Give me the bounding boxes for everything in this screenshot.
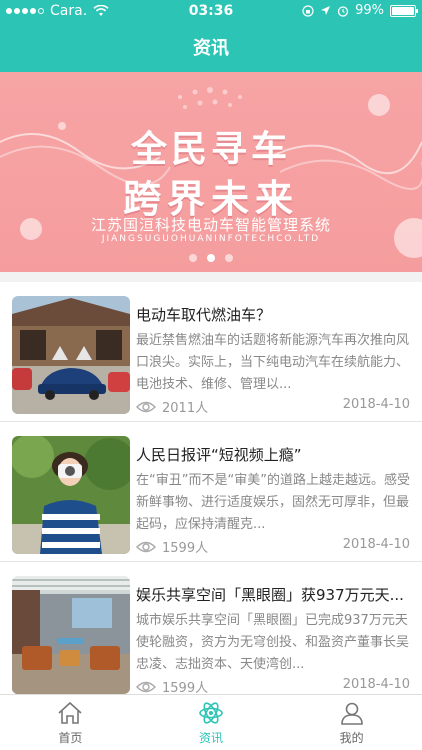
view-count: 1599人 (162, 541, 209, 556)
news-summary: 最近禁售燃油车的话题将新能源汽车再次推向风口浪尖。实际上，当下纯电动汽车在续航能… (136, 333, 410, 392)
news-item[interactable]: 娱乐共享空间「黑眼圈」获937万元天... 城市娱乐共享空间「黑眼圈」已完成93… (0, 562, 422, 702)
news-summary: 城市娱乐共享空间「黑眼圈」已完成937万元天使轮融资，资方为无穹创投、和盈资产董… (136, 613, 410, 672)
news-views: 1599人 (136, 537, 208, 556)
tab-label: 我的 (339, 731, 364, 745)
news-summary: 在“审丑”而不是“审美”的道路上越走越远。感受新鲜事物、进行适度娱乐，固然无可厚… (136, 473, 410, 532)
carousel-dot-active[interactable] (207, 254, 215, 262)
eye-icon (136, 541, 156, 552)
bubble-decoration (368, 94, 390, 116)
banner-carousel[interactable]: 全民寻车 跨界未来 江苏国洹科技电动车智能管理系统 JIANGSUGUOHUAN… (0, 72, 422, 272)
view-count: 2011人 (162, 401, 209, 416)
news-title: 娱乐共享空间「黑眼圈」获937万元天... (136, 586, 404, 604)
tab-bar: 首页 资讯 我的 (0, 694, 422, 750)
carousel-dot[interactable] (225, 254, 233, 262)
user-icon (340, 702, 363, 725)
battery-fill (392, 6, 414, 15)
tab-profile[interactable]: 我的 (281, 695, 422, 750)
news-thumbnail (12, 436, 130, 554)
news-title: 电动车取代燃油车？ (136, 306, 272, 324)
status-bar: Cara. 03:36 99% (0, 0, 422, 22)
news-date: 2018-4-10 (342, 537, 410, 552)
home-icon (58, 701, 82, 724)
status-right: 99% (302, 3, 418, 18)
banner-subtitle-en: JIANGSUGUOHUANINFOTECHCO.LTD (101, 234, 321, 244)
tab-label: 首页 (58, 731, 83, 745)
news-thumbnail (12, 296, 130, 414)
tab-news[interactable]: 资讯 (141, 695, 282, 750)
location-icon (321, 6, 331, 15)
news-item[interactable]: 电动车取代燃油车？ 最近禁售燃油车的话题将新能源汽车再次推向风口浪尖。实际上，当… (0, 282, 422, 422)
banner-title-line1: 全民寻车 (130, 129, 291, 170)
alarm-icon (337, 5, 349, 17)
navigation-bar: 资讯 (0, 22, 422, 72)
news-views: 2011人 (136, 397, 208, 416)
carousel-dot[interactable] (189, 254, 197, 262)
carousel-indicator (0, 254, 422, 262)
news-title: 人民日报评“短视频上瘾” (136, 446, 302, 464)
battery-percent: 99% (355, 3, 384, 18)
electric-car-photo (12, 296, 130, 414)
page-title: 资讯 (193, 38, 229, 59)
outdoor-lounge-photo (12, 576, 130, 694)
tab-home[interactable]: 首页 (0, 695, 141, 750)
battery-icon (390, 4, 418, 17)
tab-label: 资讯 (199, 731, 224, 745)
news-date: 2018-4-10 (342, 397, 410, 412)
news-item[interactable]: 人民日报评“短视频上瘾” 在“审丑”而不是“审美”的道路上越走越远。感受新鲜事物… (0, 422, 422, 562)
news-date: 2018-4-10 (342, 677, 410, 692)
news-list: 电动车取代燃油车？ 最近禁售燃油车的话题将新能源汽车再次推向风口浪尖。实际上，当… (0, 282, 422, 702)
eye-icon (136, 681, 156, 692)
girl-with-camera-photo (12, 436, 130, 554)
banner-subtitle: 江苏国洹科技电动车智能管理系统 (90, 216, 331, 234)
eye-icon (136, 401, 156, 412)
rotation-lock-icon (302, 4, 314, 17)
atom-icon (199, 702, 223, 724)
news-thumbnail (12, 576, 130, 694)
